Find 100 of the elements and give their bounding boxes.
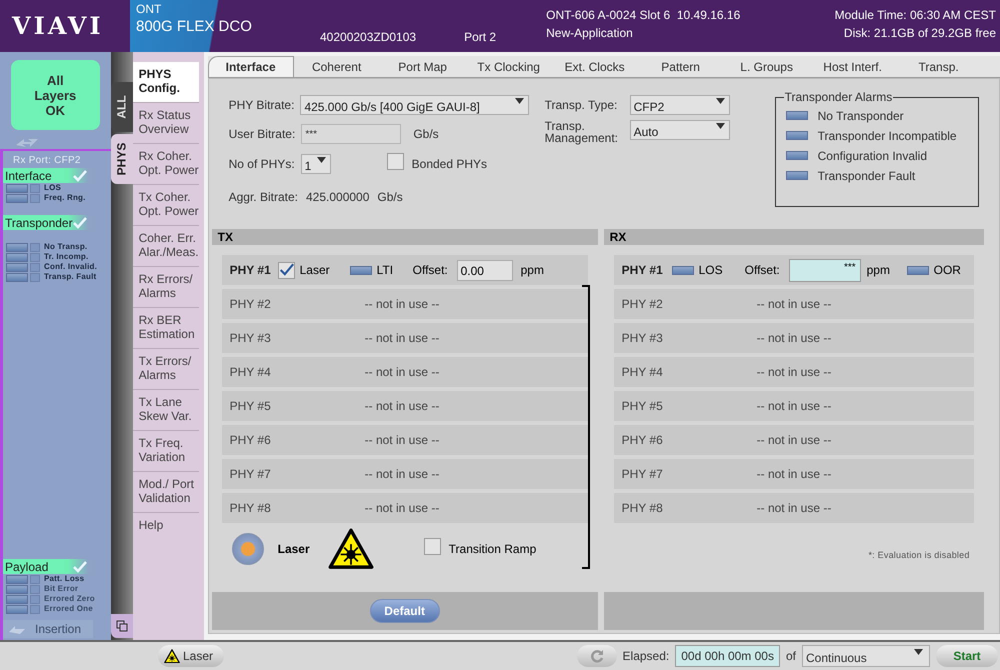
phy-bitrate-select[interactable]: 425.000 Gb/s [400 GigE GAUI-8]: [300, 95, 529, 115]
phy-label: PHY #8: [230, 500, 272, 517]
laser-label: Laser: [278, 541, 310, 558]
menu-item[interactable]: Rx Status Overview: [132, 103, 199, 144]
menu-item[interactable]: Tx Freq. Variation: [132, 431, 199, 472]
phy-label: PHY #7: [230, 466, 272, 483]
phy-count-select[interactable]: 1: [300, 154, 331, 174]
layer-status-bar[interactable]: Transponder: [3, 215, 89, 230]
alarm-label: Conf. Invalid.: [44, 261, 98, 273]
group-title: Transponder Alarms: [784, 90, 894, 104]
side-tab[interactable]: ALL: [110, 82, 133, 132]
layer-status-bar[interactable]: Interface: [3, 168, 89, 183]
product-line: ONT: [136, 2, 162, 16]
laser-warning-icon: [164, 648, 180, 664]
logo: VIAVI: [12, 10, 104, 42]
phy-label: PHY #4: [622, 364, 664, 381]
tab[interactable]: Host Interf.: [810, 57, 896, 77]
menu-item[interactable]: Tx Lane Skew Var.: [132, 390, 199, 431]
menu-item[interactable]: Help: [132, 513, 199, 554]
checkbox-label: Transition Ramp: [448, 541, 536, 558]
caret-icon: [716, 98, 725, 104]
side-tab[interactable]: PHYS: [110, 134, 133, 184]
current-led: [30, 574, 40, 584]
tab[interactable]: Ext. Clocks: [552, 57, 638, 77]
phy-label: PHY #1: [230, 262, 272, 279]
current-led: [30, 194, 40, 202]
alarm-label: Bit Error: [44, 583, 78, 595]
field-label: Aggr. Bitrate:: [228, 189, 298, 206]
bonded-phys-checkbox[interactable]: [386, 153, 404, 170]
tab[interactable]: Tx Clocking: [466, 57, 552, 77]
unit-label: Gb/s: [377, 189, 403, 206]
phy-status: -- not in use --: [756, 466, 832, 483]
transponder-management-select[interactable]: Auto: [630, 120, 730, 140]
unit-label: Gb/s: [413, 126, 439, 143]
current-led: [30, 604, 40, 614]
menu-item[interactable]: PHYS Config.: [132, 62, 199, 103]
tab[interactable]: Coherent: [294, 57, 380, 77]
history-led: [6, 604, 28, 614]
panel-header: RX: [604, 229, 984, 245]
current-led: [30, 262, 40, 272]
checkmark-icon: [72, 170, 87, 182]
transition-ramp-checkbox[interactable]: [424, 538, 441, 555]
offset-field[interactable]: 0.00: [456, 260, 513, 280]
field-label: Transp. Management:: [544, 120, 620, 144]
caret-icon: [514, 98, 524, 104]
tab[interactable]: Port Map: [380, 57, 466, 77]
tab[interactable]: Pattern: [638, 57, 724, 77]
phy-label: PHY #3: [230, 330, 272, 347]
phy-label: PHY #6: [230, 432, 272, 449]
phy-status: -- not in use --: [756, 432, 832, 449]
phy-status: -- not in use --: [756, 500, 832, 517]
tab[interactable]: Transp.: [896, 57, 982, 77]
current-led: [30, 252, 40, 262]
layer-status-bar[interactable]: Payload: [3, 559, 89, 574]
menu-item[interactable]: Mod./ Port Validation: [132, 472, 199, 513]
offset-field[interactable]: ***: [788, 258, 861, 282]
evaluation-note: *: Evaluation is disabled: [868, 549, 970, 562]
product-name: 800G FLEX DCO: [136, 17, 253, 37]
duration-select[interactable]: Continuous: [802, 645, 930, 667]
insertion-button[interactable]: Insertion: [3, 620, 93, 638]
menu-item[interactable]: Rx Errors/ Alarms: [132, 267, 199, 308]
alarm-label: Errored Zero: [44, 593, 95, 605]
field-label: No of PHYs:: [228, 156, 295, 173]
field-label: PHY Bitrate:: [228, 97, 294, 114]
alarm-label: No Transp.: [44, 241, 88, 253]
user-bitrate-field[interactable]: ***: [301, 124, 402, 144]
tab[interactable]: L. Groups: [724, 57, 810, 77]
phy-status: -- not in use --: [756, 296, 832, 313]
laser-checkbox[interactable]: [278, 262, 295, 278]
checkbox-label: Bonded PHYs: [412, 156, 488, 173]
history-led: [6, 584, 28, 594]
aggregate-bitrate-value: 425.000000: [306, 189, 370, 206]
phy-label: PHY #6: [622, 432, 664, 449]
unit-label: ppm: [520, 262, 544, 279]
menu-item[interactable]: Tx Errors/ Alarms: [132, 349, 199, 390]
port-label: Port 2: [464, 29, 496, 46]
menu-item[interactable]: Rx BER Estimation: [132, 308, 199, 349]
transponder-type-select[interactable]: CFP2: [630, 95, 730, 115]
caret-icon: [716, 123, 725, 129]
menu-item[interactable]: Rx Coher. Opt. Power: [132, 144, 199, 185]
current-led: [30, 184, 40, 192]
phy-status: -- not in use --: [756, 364, 832, 381]
refresh-button[interactable]: [576, 645, 617, 667]
caret-icon: [316, 157, 326, 163]
tab[interactable]: Interface: [208, 56, 294, 77]
windows-icon[interactable]: [116, 620, 128, 632]
phy-label: PHY #5: [230, 398, 272, 415]
laser-button[interactable]: Laser: [158, 645, 224, 667]
menu-item[interactable]: Tx Coher. Opt. Power: [132, 185, 199, 226]
menu-item[interactable]: Coher. Err. Alar./Meas.: [132, 226, 199, 267]
caret-icon: [914, 649, 923, 655]
laser-warning-icon: [328, 528, 374, 570]
phy-status: -- not in use --: [756, 398, 832, 415]
start-button[interactable]: Start: [936, 645, 998, 667]
alarm-led: [786, 171, 808, 180]
phy-status: -- not in use --: [364, 432, 440, 449]
phy-status: -- not in use --: [364, 330, 440, 347]
history-led: [6, 242, 28, 252]
phy-status: -- not in use --: [364, 364, 440, 381]
field-label: User Bitrate:: [228, 126, 296, 143]
